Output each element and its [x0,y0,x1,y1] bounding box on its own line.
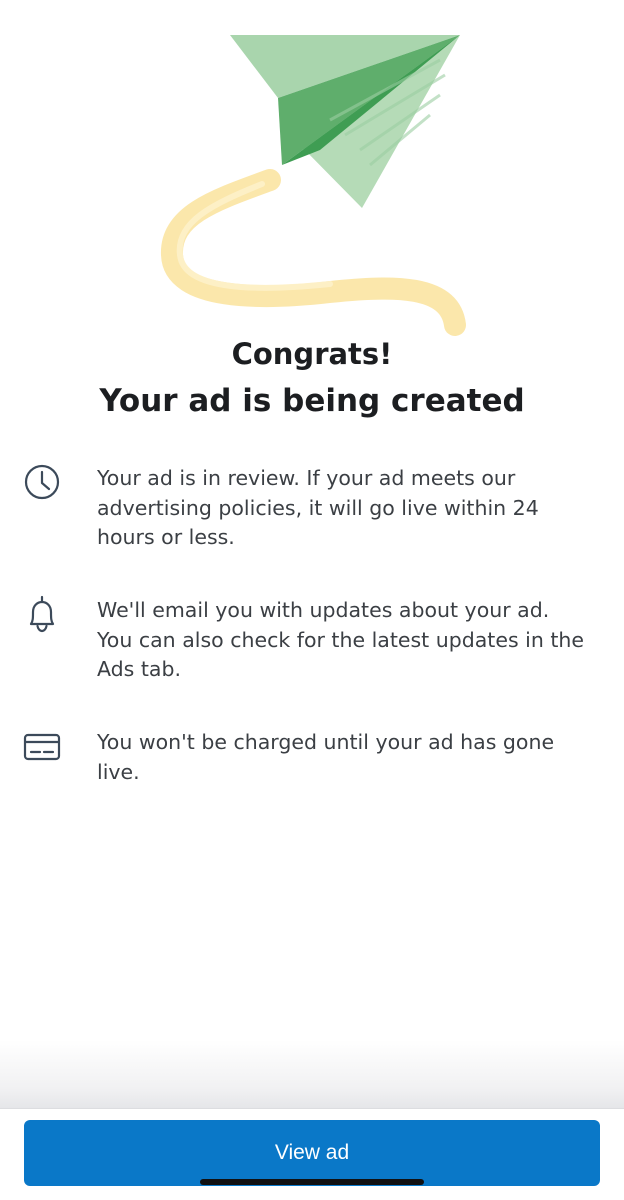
page-title-line2: Your ad is being created [99,383,525,419]
bell-icon [29,595,55,633]
bottom-fade [0,1040,624,1110]
info-item-text: We'll email you with updates about your … [97,598,585,681]
info-item-text: Your ad is in review. If your ad meets o… [97,466,539,549]
home-indicator [200,1179,424,1185]
credit-card-icon [23,733,61,761]
clock-icon [24,464,60,500]
info-item-text: You won't be charged until your ad has g… [97,730,555,784]
page-title-line1: Congrats! [231,337,393,371]
paper-plane-illustration [161,35,466,336]
trail-stroke [161,169,466,336]
view-ad-button[interactable]: View ad [24,1120,600,1186]
